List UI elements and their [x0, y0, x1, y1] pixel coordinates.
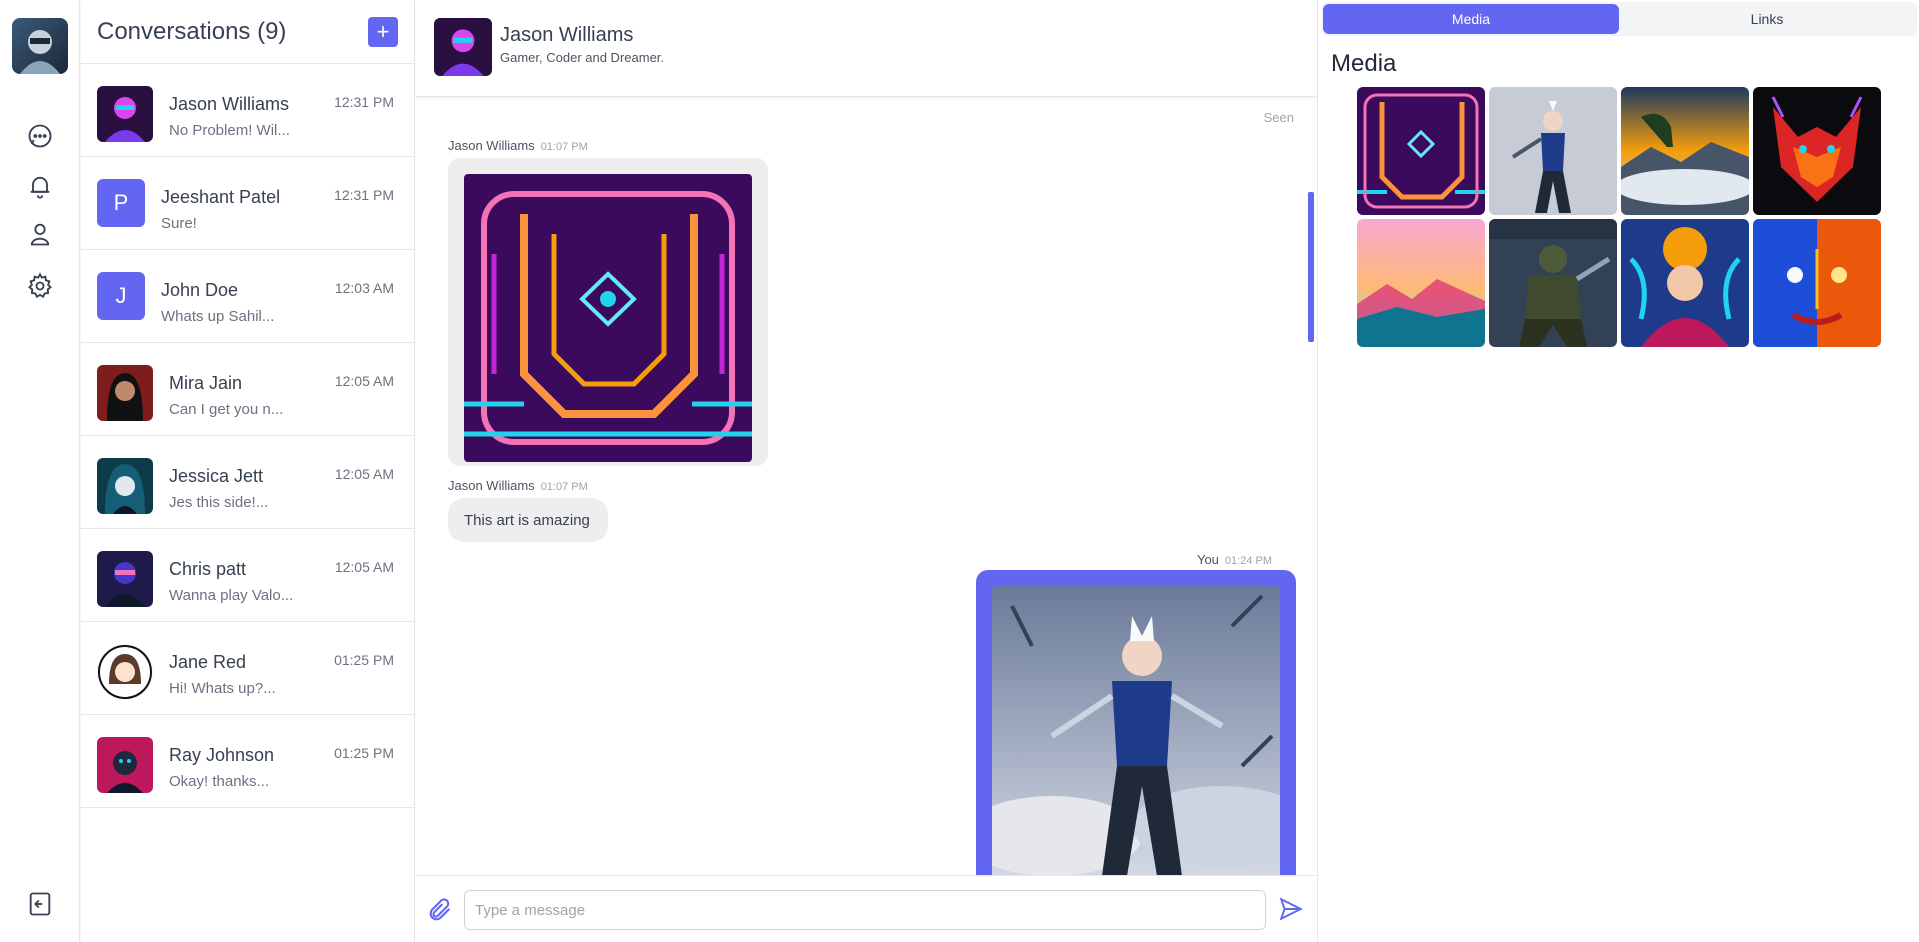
conversation-preview: Can I get you n...: [169, 401, 284, 418]
conversation-time: 12:31 PM: [334, 187, 394, 203]
seen-label: Seen: [1263, 110, 1294, 125]
media-thumbnail[interactable]: [1621, 87, 1749, 215]
message-composer: [416, 875, 1318, 942]
media-thumbnail[interactable]: [1489, 219, 1617, 347]
avatar: [97, 86, 153, 142]
conversation-name: John Doe: [161, 280, 239, 300]
conversations-header: Conversations (9) +: [81, 0, 414, 64]
conversation-item[interactable]: Jessica Jett Jes this side!... 12:05 AM: [81, 436, 414, 529]
tab-media[interactable]: Media: [1323, 4, 1619, 34]
conversation-name: Jessica Jett: [169, 466, 264, 486]
bell-icon[interactable]: [24, 170, 56, 202]
message-sender: You: [1196, 552, 1219, 567]
conversation-item[interactable]: Chris patt Wanna play Valo... 12:05 AM: [81, 529, 414, 622]
settings-icon[interactable]: [24, 270, 56, 302]
message-image[interactable]: [464, 174, 752, 462]
chat-icon[interactable]: [24, 120, 56, 152]
message-bubble[interactable]: [976, 570, 1296, 875]
contact-name: Jason Williams: [500, 24, 634, 46]
conversation-time: 01:25 PM: [334, 652, 394, 668]
message-sender: Jason Williams: [448, 138, 535, 153]
chat-window: Jason Williams Gamer, Coder and Dreamer.…: [416, 0, 1318, 942]
user-icon[interactable]: [24, 218, 56, 250]
message-list[interactable]: Seen Jason Williams 01:07 PM Jason Willi…: [416, 98, 1318, 875]
conversation-item[interactable]: P Jeeshant Patel Sure! 12:31 PM: [81, 157, 414, 250]
nav-rail: [0, 0, 80, 942]
avatar: [97, 644, 153, 700]
conversation-item[interactable]: Jane Red Hi! Whats up?... 01:25 PM: [81, 622, 414, 715]
conversation-name: Chris patt: [169, 559, 247, 579]
avatar: [97, 365, 153, 421]
conversations-title: Conversations (9): [97, 17, 287, 45]
media-thumbnail[interactable]: [1621, 219, 1749, 347]
conversation-preview: Sure!: [161, 215, 197, 232]
conversation-time: 01:25 PM: [334, 745, 394, 761]
message-image[interactable]: [992, 586, 1280, 875]
conversation-name: Ray Johnson: [169, 745, 275, 765]
avatar-letter: J: [97, 272, 145, 320]
conversation-preview: No Problem! Wil...: [169, 122, 290, 139]
new-conversation-button[interactable]: +: [368, 16, 398, 47]
conversation-preview: Wanna play Valo...: [169, 587, 294, 604]
message-text: This art is amazing: [464, 511, 590, 529]
media-thumbnail[interactable]: [1357, 219, 1485, 347]
conversation-item[interactable]: Mira Jain Can I get you n... 12:05 AM: [81, 343, 414, 436]
conversation-name: Jane Red: [169, 652, 247, 672]
message-sender: Jason Williams: [448, 478, 535, 493]
avatar: [97, 551, 153, 607]
conversation-time: 12:03 AM: [334, 280, 394, 296]
media-panel: Media Links Media: [1319, 0, 1919, 942]
avatar[interactable]: [434, 18, 492, 76]
message-time: 01:24 PM: [1224, 555, 1272, 567]
avatar: [97, 458, 153, 514]
conversation-item[interactable]: Ray Johnson Okay! thanks... 01:25 PM: [81, 715, 414, 808]
conversation-preview: Hi! Whats up?...: [169, 680, 276, 697]
media-thumbnail[interactable]: [1753, 87, 1881, 215]
avatar[interactable]: [12, 18, 68, 74]
conversation-preview: Whats up Sahil...: [161, 308, 275, 325]
conversation-name: Jason Williams: [169, 94, 290, 114]
message-time: 01:07 PM: [540, 481, 588, 493]
conversation-time: 12:31 PM: [334, 94, 394, 110]
message-time: 01:07 PM: [540, 141, 588, 153]
conversation-item[interactable]: J John Doe Whats up Sahil... 12:03 AM: [81, 250, 414, 343]
message-bubble[interactable]: [448, 158, 768, 466]
conversation-name: Jeeshant Patel: [161, 187, 281, 207]
chat-header: Jason Williams Gamer, Coder and Dreamer.: [416, 0, 1317, 97]
media-thumbnail[interactable]: [1489, 87, 1617, 215]
media-tabs: Media Links: [1321, 2, 1917, 36]
message-meta: You 01:24 PM: [1197, 552, 1272, 567]
message-meta: Jason Williams 01:07 PM: [448, 478, 588, 493]
conversation-item[interactable]: Jason Williams No Problem! Wil... 12:31 …: [81, 64, 414, 157]
conversation-time: 12:05 AM: [334, 373, 394, 389]
attach-icon[interactable]: [426, 896, 454, 924]
conversation-preview: Jes this side!...: [169, 494, 269, 511]
message-meta: Jason Williams 01:07 PM: [448, 138, 588, 153]
media-thumbnail[interactable]: [1357, 87, 1485, 215]
conversation-time: 12:05 AM: [334, 559, 394, 575]
media-thumbnail[interactable]: [1753, 219, 1881, 347]
avatar-letter: P: [97, 179, 145, 227]
tab-links[interactable]: Links: [1619, 4, 1915, 34]
conversation-time: 12:05 AM: [334, 466, 394, 482]
conversation-name: Mira Jain: [169, 373, 243, 393]
conversations-panel: Conversations (9) + Jason Williams No Pr…: [81, 0, 415, 942]
conversation-preview: Okay! thanks...: [169, 773, 270, 790]
message-bubble[interactable]: This art is amazing: [448, 498, 608, 542]
media-title: Media: [1331, 50, 1397, 77]
send-icon[interactable]: [1278, 896, 1304, 922]
logout-icon[interactable]: [24, 888, 56, 920]
scrollbar-thumb[interactable]: [1308, 192, 1314, 342]
message-input[interactable]: [464, 890, 1266, 930]
avatar: [97, 737, 153, 793]
contact-status: Gamer, Coder and Dreamer.: [500, 50, 665, 65]
